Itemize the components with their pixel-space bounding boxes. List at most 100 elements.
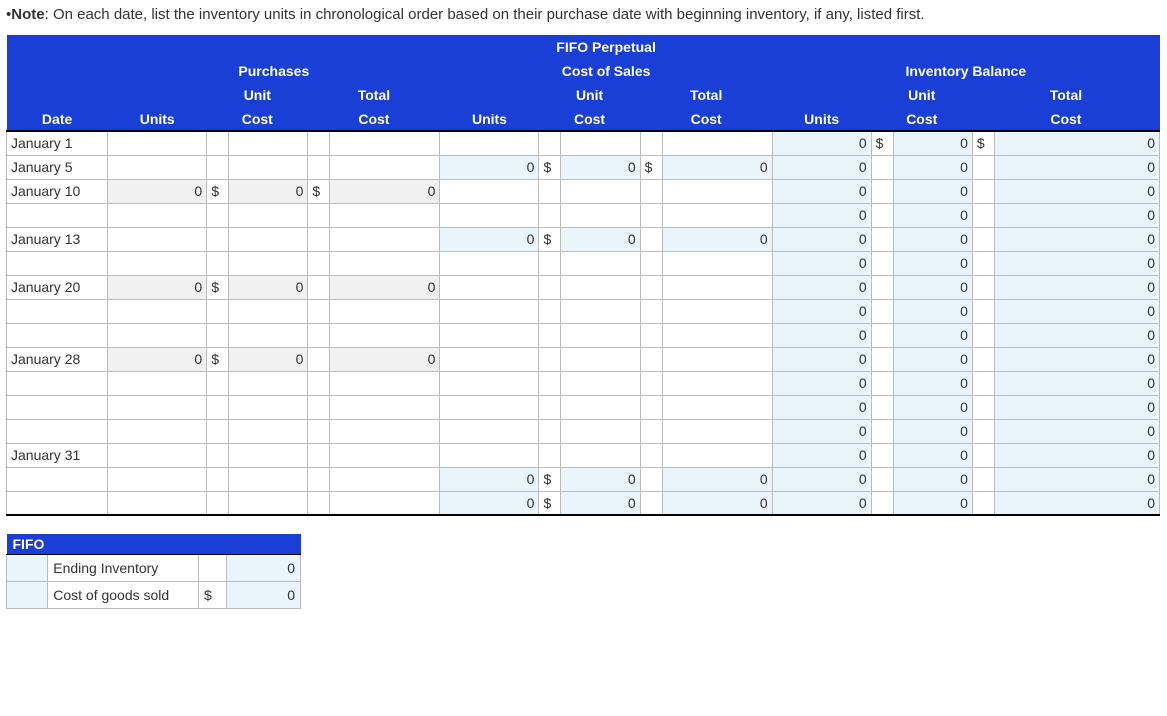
c-dollar1: $ — [539, 155, 561, 179]
i-unit-cost[interactable]: 0 — [893, 203, 972, 227]
p-unit-cost[interactable]: 0 — [229, 275, 308, 299]
i-dollar1 — [871, 323, 893, 347]
i-units[interactable]: 0 — [772, 467, 871, 491]
i-total-cost[interactable]: 0 — [994, 131, 1159, 155]
c-dollar2 — [640, 395, 662, 419]
i-unit-cost[interactable]: 0 — [893, 155, 972, 179]
summary-title: FIFO — [7, 534, 301, 555]
c-unit-cost[interactable]: 0 — [561, 491, 640, 515]
i-unit-cost[interactable]: 0 — [893, 419, 972, 443]
i-unit-cost[interactable]: 0 — [893, 347, 972, 371]
p-dollar1 — [207, 371, 229, 395]
i-dollar2 — [972, 419, 994, 443]
i-units[interactable]: 0 — [772, 227, 871, 251]
c-units[interactable]: 0 — [440, 491, 539, 515]
p-dollar2 — [308, 251, 330, 275]
i-dollar2: $ — [972, 131, 994, 155]
date-cell: January 10 — [7, 179, 108, 203]
c-total-cost[interactable]: 0 — [662, 491, 772, 515]
c-units[interactable]: 0 — [440, 467, 539, 491]
hdr-i-cost2: Cost — [972, 107, 1159, 131]
i-units[interactable]: 0 — [772, 419, 871, 443]
p-unit-cost[interactable]: 0 — [229, 347, 308, 371]
i-total-cost[interactable]: 0 — [994, 443, 1159, 467]
i-total-cost[interactable]: 0 — [994, 251, 1159, 275]
i-unit-cost[interactable]: 0 — [893, 275, 972, 299]
i-unit-cost[interactable]: 0 — [893, 467, 972, 491]
i-total-cost[interactable]: 0 — [994, 299, 1159, 323]
p-unit-cost[interactable]: 0 — [229, 179, 308, 203]
i-units[interactable]: 0 — [772, 251, 871, 275]
c-units[interactable]: 0 — [440, 155, 539, 179]
i-units[interactable]: 0 — [772, 443, 871, 467]
c-total-cost[interactable]: 0 — [662, 227, 772, 251]
p-units[interactable]: 0 — [108, 179, 207, 203]
i-total-cost[interactable]: 0 — [994, 395, 1159, 419]
i-unit-cost[interactable]: 0 — [893, 443, 972, 467]
i-units[interactable]: 0 — [772, 203, 871, 227]
i-total-cost[interactable]: 0 — [994, 467, 1159, 491]
i-unit-cost[interactable]: 0 — [893, 491, 972, 515]
i-unit-cost[interactable]: 0 — [893, 227, 972, 251]
i-units[interactable]: 0 — [772, 491, 871, 515]
i-total-cost[interactable]: 0 — [994, 203, 1159, 227]
c-unit-cost[interactable]: 0 — [561, 467, 640, 491]
p-dollar1 — [207, 155, 229, 179]
i-dollar2 — [972, 467, 994, 491]
p-units — [108, 203, 207, 227]
i-total-cost[interactable]: 0 — [994, 371, 1159, 395]
c-dollar1 — [539, 275, 561, 299]
i-total-cost[interactable]: 0 — [994, 275, 1159, 299]
i-total-cost[interactable]: 0 — [994, 155, 1159, 179]
i-total-cost[interactable]: 0 — [994, 323, 1159, 347]
c-unit-cost — [561, 347, 640, 371]
i-unit-cost[interactable]: 0 — [893, 179, 972, 203]
i-units[interactable]: 0 — [772, 371, 871, 395]
ending-checkbox[interactable] — [7, 555, 48, 582]
c-units[interactable]: 0 — [440, 227, 539, 251]
i-dollar2 — [972, 443, 994, 467]
i-units[interactable]: 0 — [772, 155, 871, 179]
i-unit-cost[interactable]: 0 — [893, 323, 972, 347]
cogs-value[interactable]: 0 — [226, 582, 300, 609]
i-unit-cost[interactable]: 0 — [893, 299, 972, 323]
c-unit-cost[interactable]: 0 — [561, 227, 640, 251]
i-unit-cost[interactable]: 0 — [893, 395, 972, 419]
i-total-cost[interactable]: 0 — [994, 179, 1159, 203]
c-total-cost[interactable]: 0 — [662, 467, 772, 491]
p-units[interactable]: 0 — [108, 347, 207, 371]
p-total-cost[interactable]: 0 — [330, 179, 440, 203]
c-total-cost[interactable]: 0 — [662, 155, 772, 179]
date-cell — [7, 323, 108, 347]
i-units[interactable]: 0 — [772, 347, 871, 371]
i-units[interactable]: 0 — [772, 323, 871, 347]
p-dollar1 — [207, 443, 229, 467]
hdr-i-total: Total — [972, 83, 1159, 107]
cogs-checkbox[interactable] — [7, 582, 48, 609]
c-total-cost — [662, 179, 772, 203]
c-unit-cost[interactable]: 0 — [561, 155, 640, 179]
date-cell — [7, 251, 108, 275]
p-total-cost[interactable]: 0 — [330, 347, 440, 371]
date-cell: January 5 — [7, 155, 108, 179]
c-units — [440, 443, 539, 467]
i-units[interactable]: 0 — [772, 395, 871, 419]
p-unit-cost — [229, 419, 308, 443]
c-dollar2 — [640, 299, 662, 323]
i-total-cost[interactable]: 0 — [994, 347, 1159, 371]
i-units[interactable]: 0 — [772, 275, 871, 299]
i-units[interactable]: 0 — [772, 131, 871, 155]
i-total-cost[interactable]: 0 — [994, 491, 1159, 515]
i-units[interactable]: 0 — [772, 179, 871, 203]
i-units[interactable]: 0 — [772, 299, 871, 323]
p-dollar1: $ — [207, 347, 229, 371]
i-total-cost[interactable]: 0 — [994, 227, 1159, 251]
p-units[interactable]: 0 — [108, 275, 207, 299]
i-total-cost[interactable]: 0 — [994, 419, 1159, 443]
i-unit-cost[interactable]: 0 — [893, 131, 972, 155]
ending-value[interactable]: 0 — [226, 555, 300, 582]
p-total-cost[interactable]: 0 — [330, 275, 440, 299]
c-dollar2 — [640, 467, 662, 491]
i-unit-cost[interactable]: 0 — [893, 251, 972, 275]
i-unit-cost[interactable]: 0 — [893, 371, 972, 395]
